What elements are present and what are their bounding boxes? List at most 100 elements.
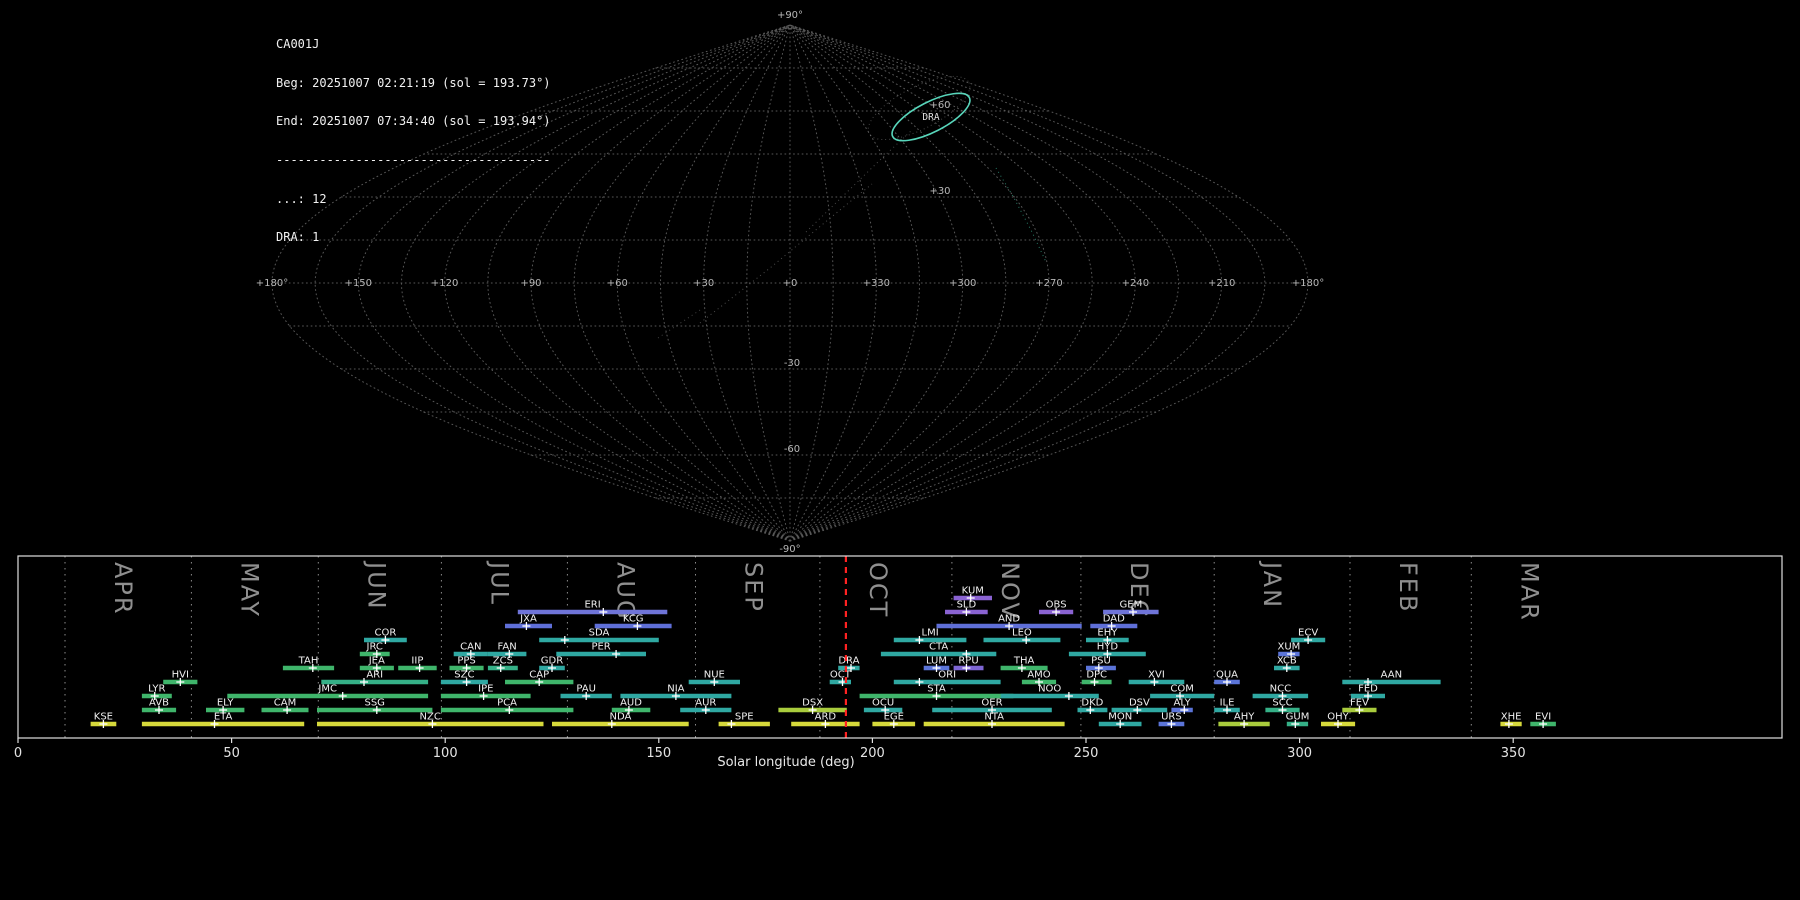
shower-code-label: FED: [1358, 684, 1378, 695]
svg-text:+240: +240: [1122, 278, 1149, 289]
shower-ohy: OHY: [1321, 712, 1356, 728]
shower-cam: CAM: [261, 698, 309, 714]
shower-eri: ERI: [517, 600, 668, 616]
shower-code-label: PPS: [457, 656, 475, 667]
meteor-radiant-report: DRA +180° +150 +120 +90 +60 +30 +0 +330 +300 +270 +…: [0, 0, 1800, 900]
shower-code-label: EGE: [884, 712, 904, 723]
shower-code-label: PAU: [576, 684, 596, 695]
month-label-may: MAY: [235, 562, 263, 618]
shower-code-label: URS: [1161, 712, 1182, 723]
shower-code-label: XVI: [1148, 670, 1165, 681]
shower-code-label: JEA: [368, 656, 385, 667]
shower-code-label: NCC: [1270, 684, 1291, 695]
shower-code-label: MON: [1108, 712, 1132, 723]
shower-code-label: ZCS: [493, 656, 513, 667]
shower-code-label: AND: [998, 614, 1020, 625]
shower-spe: SPE: [718, 712, 770, 728]
shower-code-label: XUM: [1277, 642, 1300, 653]
shower-code-label: XHE: [1501, 712, 1522, 723]
shower-code-label: FEV: [1350, 698, 1369, 709]
shower-code-label: OER: [981, 698, 1002, 709]
shower-code-label: ETA: [214, 712, 233, 723]
shower-code-label: AVB: [149, 698, 169, 709]
shower-code-label: TAH: [298, 656, 319, 667]
shower-code-label: COR: [374, 628, 396, 639]
shower-code-label: DPC: [1086, 670, 1107, 681]
shower-code-label: HYD: [1097, 642, 1119, 653]
shower-code-label: CAN: [460, 642, 481, 653]
shower-code-label: AUD: [620, 698, 642, 709]
svg-text:+30: +30: [693, 278, 714, 289]
shower-code-label: DSV: [1129, 698, 1150, 709]
dra-radiant-label: DRA: [922, 112, 939, 123]
shower-code-label: THA: [1013, 656, 1035, 667]
shower-dsx: DSX: [778, 698, 847, 714]
shower-code-label: KUM: [962, 586, 984, 597]
shower-code-label: DAD: [1103, 614, 1125, 625]
shower-tah: TAH: [282, 656, 335, 672]
session-info: CA001J Beg: 20251007 02:21:19 (sol = 193…: [276, 12, 551, 270]
month-label-nov: NOV: [996, 562, 1024, 621]
shower-pca: PCA: [440, 698, 574, 714]
shower-and: AND: [936, 614, 1082, 630]
shower-code-label: NTA: [984, 712, 1004, 723]
month-label-jul: JUL: [485, 560, 513, 606]
shower-nue: NUE: [688, 670, 740, 686]
shower-ari: ARI: [321, 670, 429, 686]
shower-code-label: SDA: [589, 628, 610, 639]
shower-code-label: SSG: [364, 698, 384, 709]
x-tick-label: 50: [223, 746, 240, 761]
shower-rpu: RPU: [953, 656, 984, 672]
shower-code-label: LMI: [922, 628, 939, 639]
shower-code-label: NZC: [420, 712, 441, 723]
shower-code-label: JRC: [366, 642, 383, 653]
shower-code-label: ARD: [815, 712, 837, 723]
shower-code-label: GEM: [1120, 600, 1143, 611]
shower-eta: ETA: [141, 712, 305, 728]
shower-code-label: OCU: [872, 698, 894, 709]
shower-code-label: JMC: [317, 684, 337, 695]
shower-code-label: KCG: [623, 614, 644, 625]
shower-code-label: HVI: [172, 670, 189, 681]
shower-code-label: NUE: [704, 670, 725, 681]
shower-code-label: LUM: [926, 656, 947, 667]
shower-code-label: IIP: [411, 656, 423, 667]
radiant-aux-ellipse: [867, 75, 971, 141]
shower-code-label: EHY: [1097, 628, 1118, 639]
shower-leo: LEO: [983, 628, 1061, 644]
shower-code-label: NIA: [667, 684, 684, 695]
svg-text:+0: +0: [783, 278, 798, 289]
shower-jxa: JXA: [505, 614, 552, 630]
shower-code-label: AMO: [1027, 670, 1050, 681]
shower-iip: IIP: [398, 656, 437, 672]
shower-code-label: DSX: [802, 698, 823, 709]
month-label-oct: OCT: [864, 562, 892, 618]
shower-code-label: IPE: [478, 684, 493, 695]
shower-code-label: QUA: [1216, 670, 1238, 681]
shower-ipe: IPE: [440, 684, 531, 700]
shower-code-label: SCC: [1272, 698, 1292, 709]
shower-code-label: AAN: [1381, 670, 1402, 681]
shower-code-label: DKD: [1081, 698, 1103, 709]
shower-nda: NDA: [552, 712, 689, 728]
x-tick-label: 200: [860, 746, 885, 761]
shower-code-label: ILE: [1220, 698, 1235, 709]
svg-text:+330: +330: [863, 278, 890, 289]
session-end: End: 20251007 07:34:40 (sol = 193.94°): [276, 114, 551, 129]
shower-xcb: XCB: [1274, 656, 1300, 672]
shower-code-label: FAN: [498, 642, 517, 653]
svg-text:-30: -30: [784, 358, 800, 369]
shower-evi: EVI: [1530, 712, 1556, 728]
shower-mon: MON: [1098, 712, 1142, 728]
month-label-jun: JUN: [362, 560, 390, 611]
shower-code-label: PER: [591, 642, 610, 653]
station-id: CA001J: [276, 36, 320, 51]
shower-code-label: CAM: [274, 698, 296, 709]
shower-jmc: JMC: [227, 684, 429, 700]
shower-cap: CAP: [505, 670, 574, 686]
equator-longitude-labels: +180° +150 +120 +90 +60 +30 +0 +330 +300 +270 +240…: [256, 278, 1324, 289]
shower-code-label: NDA: [609, 712, 631, 723]
shower-sld: SLD: [945, 600, 988, 616]
meteor-trails: [657, 129, 1047, 339]
shower-code-label: CAP: [529, 670, 549, 681]
